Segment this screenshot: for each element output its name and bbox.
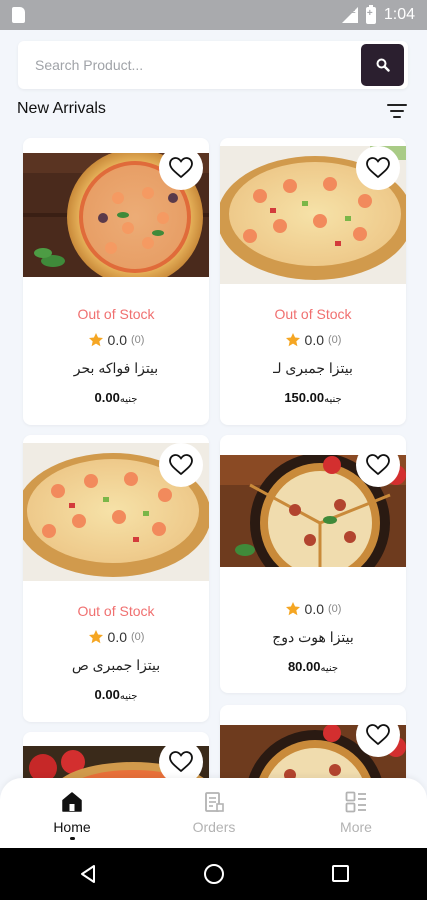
search-input[interactable] — [18, 41, 358, 89]
rating: 0.0 (0) — [23, 332, 209, 348]
status-time: 1:04 — [383, 6, 415, 23]
rating-count: (0) — [328, 334, 342, 346]
star-icon — [88, 630, 103, 644]
stock-status: Out of Stock — [274, 306, 352, 322]
rating-value: 0.0 — [107, 332, 127, 348]
active-indicator — [69, 837, 75, 840]
section-title: New Arrivals — [17, 100, 106, 117]
favorite-button[interactable] — [356, 146, 400, 190]
sd-card-icon — [12, 7, 25, 23]
price-value: 150.00 — [284, 390, 325, 405]
rating: 0.0 (0) — [220, 601, 406, 617]
rating-value: 0.0 — [107, 629, 127, 645]
bottom-navigation: Home Orders More — [0, 778, 427, 848]
rating: 0.0 (0) — [23, 629, 209, 645]
grid-icon — [345, 791, 366, 813]
network-label: LTE — [342, 8, 356, 15]
filter-icon[interactable] — [387, 103, 407, 119]
favorite-button[interactable] — [159, 443, 203, 487]
heart-icon — [366, 724, 390, 746]
status-bar: LTE 1:04 — [0, 0, 427, 30]
product-card[interactable]: Out of Stock 0.0 (0) بيتزا فواكه بحر 0.0… — [23, 138, 209, 425]
search-icon — [376, 58, 390, 72]
search-bar — [18, 41, 408, 89]
stock-status: Out of Stock — [77, 603, 155, 619]
currency-label: جنيه — [119, 691, 138, 702]
signal-icon: LTE — [341, 7, 358, 23]
price-value: 80.00 — [287, 659, 321, 674]
price-value: 0.00 — [94, 687, 120, 702]
product-price: 150.00جنيه — [220, 390, 406, 405]
product-name: بيتزا هوت دوج — [272, 629, 354, 645]
price-value: 0.00 — [94, 390, 120, 405]
rating-count: (0) — [131, 631, 145, 643]
star-icon — [285, 333, 300, 347]
rating: 0.0 (0) — [220, 332, 406, 348]
currency-label: جنيه — [320, 663, 339, 674]
star-icon — [88, 333, 103, 347]
currency-label: جنيه — [119, 394, 138, 405]
product-card[interactable]: 0.0 (0) بيتزا هوت دوج 80.00جنيه — [220, 435, 406, 693]
product-name: بيتزا جمبرى ص — [71, 657, 161, 673]
heart-icon — [169, 157, 193, 179]
product-price: 80.00جنيه — [220, 659, 406, 674]
system-navigation-bar — [0, 848, 427, 900]
product-name: بيتزا جمبرى لـ — [273, 360, 353, 376]
heart-icon — [366, 454, 390, 476]
stock-status: Out of Stock — [77, 306, 155, 322]
star-icon — [285, 602, 300, 616]
product-price: 0.00جنيه — [23, 390, 209, 405]
nav-home-label: Home — [53, 819, 91, 835]
rating-value: 0.0 — [304, 332, 324, 348]
heart-icon — [366, 157, 390, 179]
recents-icon[interactable] — [331, 864, 350, 883]
favorite-button[interactable] — [159, 146, 203, 190]
favorite-button[interactable] — [356, 713, 400, 757]
rating-count: (0) — [131, 334, 145, 346]
nav-more-label: More — [340, 819, 372, 835]
product-card[interactable]: Out of Stock 0.0 (0) بيتزا جمبرى ص 0.00ج… — [23, 435, 209, 722]
heart-icon — [169, 751, 193, 773]
orders-icon — [205, 792, 224, 812]
home-circle-icon[interactable] — [203, 863, 225, 885]
rating-value: 0.0 — [304, 601, 324, 617]
currency-label: جنيه — [324, 394, 342, 405]
product-card[interactable]: Out of Stock 0.0 (0) بيتزا جمبرى لـ 150.… — [220, 138, 406, 425]
nav-orders-label: Orders — [192, 819, 236, 835]
nav-home[interactable]: Home — [12, 778, 132, 848]
nav-more[interactable]: More — [296, 778, 416, 848]
product-name: بيتزا فواكه بحر — [73, 360, 159, 376]
product-price: 0.00جنيه — [23, 687, 209, 702]
home-icon — [62, 792, 82, 812]
battery-icon — [365, 4, 376, 24]
rating-count: (0) — [328, 603, 342, 615]
nav-orders[interactable]: Orders — [154, 778, 274, 848]
favorite-button[interactable] — [356, 443, 400, 487]
search-button[interactable] — [361, 44, 404, 86]
back-icon[interactable] — [78, 864, 98, 884]
heart-icon — [169, 454, 193, 476]
